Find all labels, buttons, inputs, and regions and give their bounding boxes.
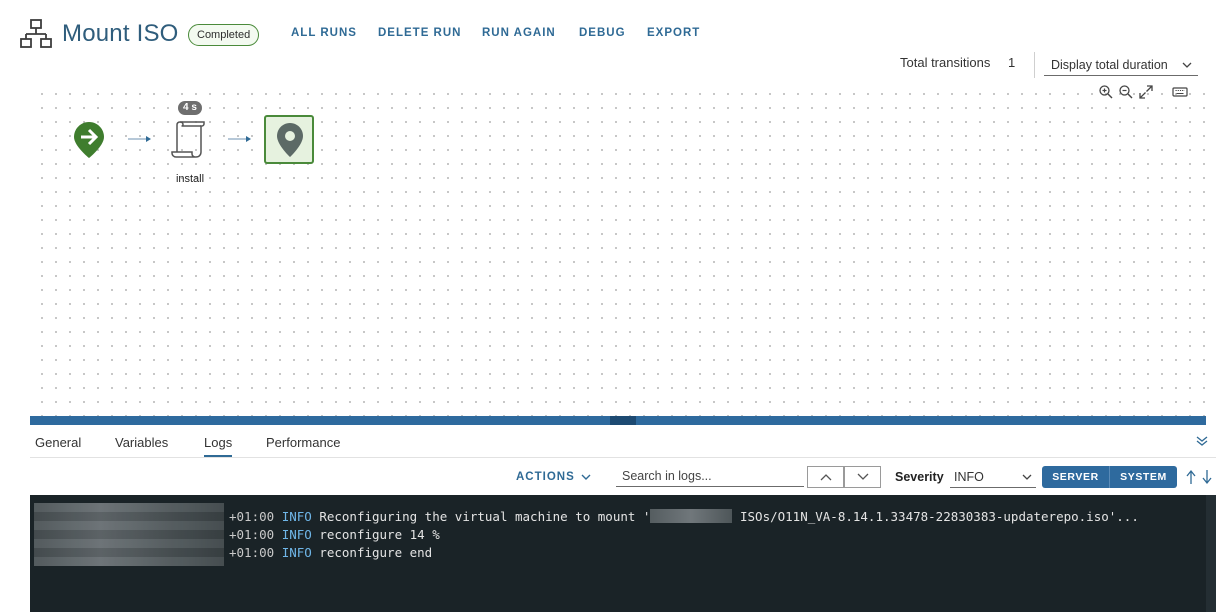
severity-value: INFO bbox=[954, 470, 984, 484]
chevron-down-icon bbox=[857, 473, 869, 480]
log-line: +01:00 INFO reconfigure 14 % bbox=[229, 527, 440, 542]
start-arrow-icon[interactable] bbox=[72, 120, 106, 160]
console-scrollbar[interactable] bbox=[1206, 495, 1216, 612]
status-badge: Completed bbox=[188, 24, 260, 46]
next-match-button[interactable] bbox=[844, 466, 881, 488]
workflow-hierarchy-icon bbox=[20, 19, 52, 48]
log-message: Reconfiguring the virtual machine to mou… bbox=[319, 509, 651, 524]
scroll-down-arrow-icon[interactable] bbox=[1201, 469, 1213, 485]
chevron-down-icon bbox=[1182, 62, 1192, 68]
severity-select[interactable]: INFO bbox=[950, 466, 1036, 488]
fit-expand-icon[interactable] bbox=[1138, 84, 1154, 100]
log-message: reconfigure 14 % bbox=[319, 527, 440, 542]
panel-splitter[interactable] bbox=[30, 416, 1206, 425]
duration-display-select[interactable]: Display total duration bbox=[1044, 54, 1198, 76]
chevron-up-icon bbox=[820, 474, 832, 481]
actions-label: ACTIONS bbox=[516, 471, 575, 483]
previous-match-button[interactable] bbox=[807, 466, 844, 488]
end-node[interactable] bbox=[264, 115, 314, 164]
redacted-timestamp-column bbox=[34, 503, 224, 566]
splitter-handle[interactable] bbox=[610, 416, 636, 425]
log-level: INFO bbox=[281, 527, 312, 542]
debug-button[interactable]: DEBUG bbox=[579, 27, 626, 39]
header-divider bbox=[1034, 52, 1035, 78]
connector-arrow bbox=[128, 136, 151, 142]
run-again-button[interactable]: RUN AGAIN bbox=[482, 27, 556, 39]
scroll-up-arrow-icon[interactable] bbox=[1185, 469, 1197, 485]
zoom-out-icon[interactable] bbox=[1118, 84, 1134, 100]
severity-label: Severity bbox=[895, 470, 944, 484]
log-source-toggle: SERVER SYSTEM bbox=[1042, 466, 1177, 488]
tab-general[interactable]: General bbox=[35, 435, 81, 450]
log-level: INFO bbox=[281, 545, 312, 560]
log-line: +01:00 INFO reconfigure end bbox=[229, 545, 432, 560]
delete-run-button[interactable]: DELETE RUN bbox=[378, 27, 461, 39]
tab-variables[interactable]: Variables bbox=[115, 435, 168, 450]
tab-logs[interactable]: Logs bbox=[204, 435, 233, 457]
script-scroll-icon[interactable] bbox=[170, 118, 208, 160]
chevron-down-icon bbox=[581, 474, 591, 480]
all-runs-button[interactable]: ALL RUNS bbox=[291, 27, 357, 39]
log-console[interactable]: +01:00 INFO Reconfiguring the virtual ma… bbox=[30, 495, 1216, 612]
actions-menu[interactable]: ACTIONS bbox=[516, 471, 591, 483]
redacted-path bbox=[650, 509, 733, 523]
log-message-end: ISOs/O11N_VA-8.14.1.33478-22830383-updat… bbox=[740, 509, 1139, 524]
details-tabs: General Variables Logs Performance bbox=[30, 425, 1216, 458]
export-button[interactable]: EXPORT bbox=[647, 27, 700, 39]
log-line: +01:00 INFO Reconfiguring the virtual ma… bbox=[229, 509, 1139, 524]
total-transitions-count: 1 bbox=[1008, 55, 1016, 70]
canvas-toolbar bbox=[1098, 82, 1188, 102]
tab-performance[interactable]: Performance bbox=[266, 435, 340, 450]
search-logs-input[interactable] bbox=[616, 465, 804, 487]
server-toggle-button[interactable]: SERVER bbox=[1042, 466, 1109, 488]
zoom-in-icon[interactable] bbox=[1098, 84, 1114, 100]
log-message: reconfigure end bbox=[319, 545, 433, 560]
connector-arrow bbox=[228, 136, 251, 142]
log-timezone: +01:00 bbox=[229, 527, 275, 542]
log-level: INFO bbox=[281, 509, 312, 524]
system-toggle-button[interactable]: SYSTEM bbox=[1109, 466, 1177, 488]
install-node-label: install bbox=[175, 173, 205, 185]
page-title: Mount ISO bbox=[62, 20, 179, 47]
duration-display-value: Display total duration bbox=[1051, 58, 1168, 72]
log-timezone: +01:00 bbox=[229, 545, 275, 560]
total-transitions-label: Total transitions bbox=[900, 55, 991, 70]
log-timezone: +01:00 bbox=[229, 509, 275, 524]
end-pin-icon bbox=[277, 123, 303, 157]
chevron-down-icon bbox=[1022, 474, 1032, 480]
keyboard-icon[interactable] bbox=[1172, 84, 1188, 100]
collapse-panel-icon[interactable] bbox=[1196, 435, 1208, 447]
duration-badge: 4 s bbox=[178, 101, 202, 115]
